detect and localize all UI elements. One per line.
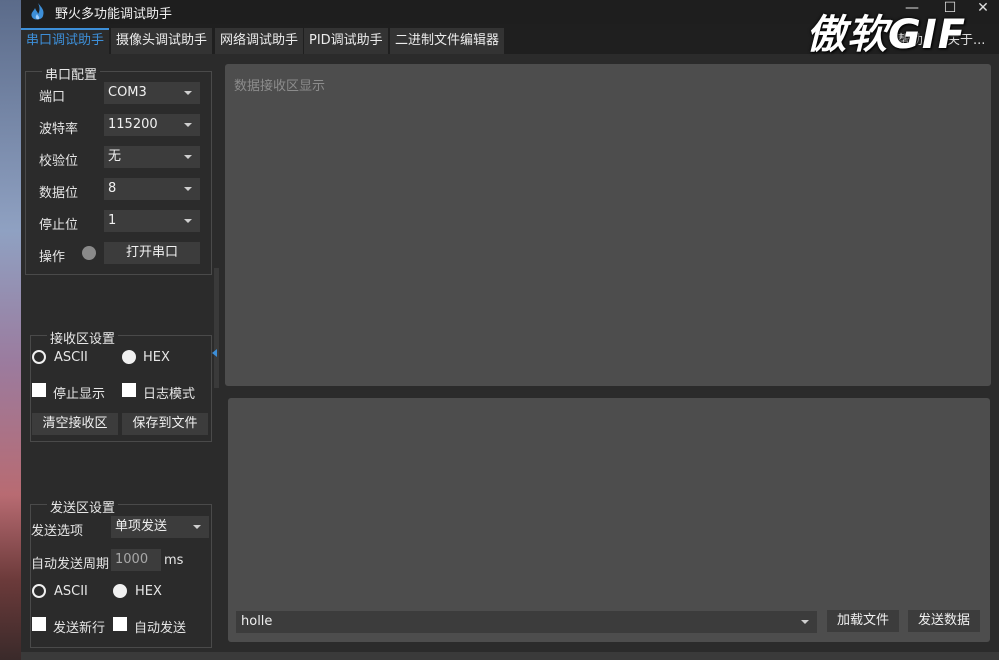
databits-label: 数据位 [39, 186, 79, 201]
port-label: 端口 [39, 90, 66, 105]
recv-ascii-label: ASCII [54, 350, 88, 365]
recv-hex-radio[interactable] [122, 350, 136, 364]
chevron-down-icon [801, 620, 809, 624]
send-option-label: 发送选项 [31, 524, 84, 539]
tab-binary-editor[interactable]: 二进制文件编辑器 [390, 28, 505, 54]
close-button[interactable]: ✕ [968, 0, 998, 18]
serial-config-title: 串口配置 [42, 64, 101, 83]
auto-send-label: 自动发送 [134, 621, 187, 636]
baud-select[interactable]: 115200 [104, 114, 200, 136]
chevron-down-icon [184, 155, 192, 159]
chevron-down-icon [184, 219, 192, 223]
auto-send-checkbox[interactable] [113, 617, 127, 631]
stopbits-value: 1 [108, 213, 117, 228]
send-input-value: holle [241, 614, 273, 629]
collapse-arrow-icon[interactable] [212, 349, 217, 357]
recv-hex-label: HEX [143, 350, 170, 365]
send-newline-checkbox[interactable] [32, 617, 46, 631]
stop-display-checkbox[interactable] [32, 383, 46, 397]
chevron-down-icon [184, 91, 192, 95]
parity-label: 校验位 [39, 154, 79, 169]
recv-ascii-radio[interactable] [32, 350, 46, 364]
tab-serial-assistant[interactable]: 串口调试助手 [21, 28, 110, 54]
period-unit-label: ms [164, 553, 184, 568]
clear-recv-button[interactable]: 清空接收区 [32, 413, 118, 435]
baud-label: 波特率 [39, 122, 79, 137]
send-area[interactable] [228, 398, 990, 642]
status-strip [21, 652, 999, 660]
stop-display-label: 停止显示 [53, 387, 106, 402]
auto-period-input[interactable]: 1000 [111, 549, 161, 571]
operation-label: 操作 [39, 250, 66, 265]
receive-placeholder: 数据接收区显示 [234, 79, 326, 94]
send-option-select[interactable]: 单项发送 [111, 516, 209, 538]
port-select[interactable]: COM3 [104, 82, 200, 104]
stopbits-select[interactable]: 1 [104, 210, 200, 232]
auto-period-label: 自动发送周期 [31, 557, 110, 572]
save-to-file-button[interactable]: 保存到文件 [122, 413, 208, 435]
chevron-down-icon [184, 187, 192, 191]
baud-value: 115200 [108, 117, 158, 132]
recv-settings-title: 接收区设置 [47, 328, 119, 347]
parity-value: 无 [108, 149, 122, 164]
port-value: COM3 [108, 85, 147, 100]
window-title: 野火多功能调试助手 [55, 7, 173, 22]
panel-splitter[interactable] [214, 268, 219, 388]
send-ascii-radio[interactable] [32, 584, 46, 598]
stopbits-label: 停止位 [39, 218, 79, 233]
send-hex-label: HEX [135, 584, 162, 599]
log-mode-checkbox[interactable] [122, 383, 136, 397]
tab-pid-assistant[interactable]: PID调试助手 [304, 28, 388, 54]
tab-camera-assistant[interactable]: 摄像头调试助手 [111, 28, 213, 54]
log-mode-label: 日志模式 [143, 387, 196, 402]
send-newline-label: 发送新行 [53, 621, 106, 636]
parity-select[interactable]: 无 [104, 146, 200, 168]
watermark-logo: 傲软GIF [806, 12, 967, 58]
load-file-button[interactable]: 加载文件 [827, 610, 899, 632]
chevron-down-icon [184, 123, 192, 127]
desktop-background-strip [0, 0, 21, 660]
open-port-button[interactable]: 打开串口 [104, 242, 200, 264]
send-hex-radio[interactable] [113, 584, 127, 598]
send-input-combo[interactable]: holle [236, 611, 817, 633]
chevron-down-icon [193, 525, 201, 529]
send-ascii-label: ASCII [54, 584, 88, 599]
send-option-value: 单项发送 [115, 519, 168, 534]
send-data-button[interactable]: 发送数据 [908, 610, 980, 632]
receive-area[interactable]: 数据接收区显示 [225, 64, 991, 386]
databits-select[interactable]: 8 [104, 178, 200, 200]
send-settings-title: 发送区设置 [47, 497, 119, 516]
status-led-icon [82, 246, 96, 260]
flame-logo-icon [31, 3, 44, 20]
tab-network-assistant[interactable]: 网络调试助手 [215, 28, 304, 54]
databits-value: 8 [108, 181, 117, 196]
app-window: 野火多功能调试助手 — ☐ ✕ 串口调试助手 摄像头调试助手 网络调试助手 PI… [21, 0, 999, 660]
